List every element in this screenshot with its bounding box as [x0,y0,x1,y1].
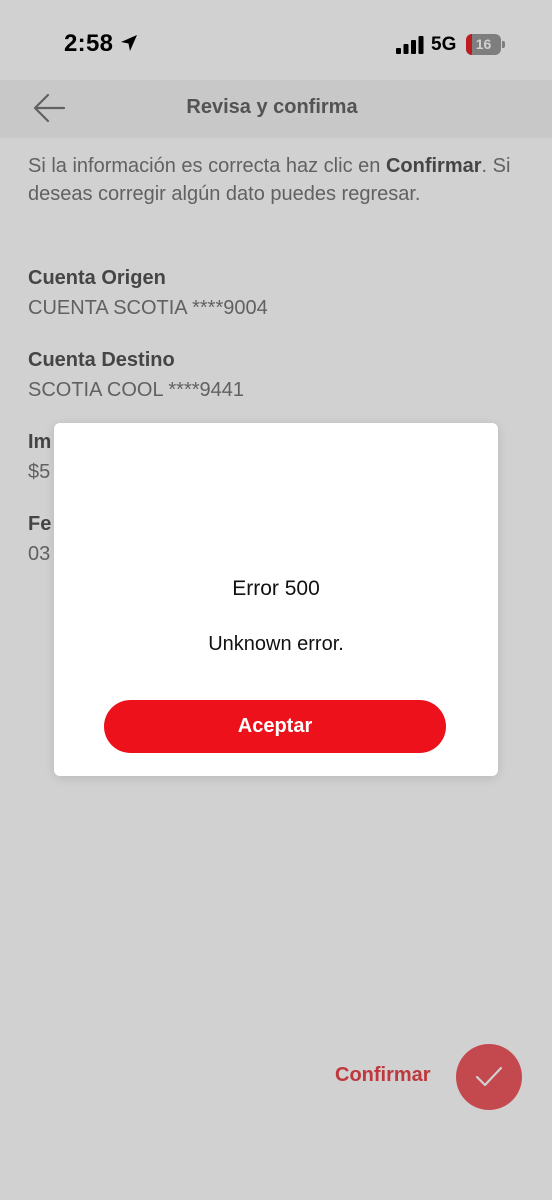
dialog-title: Error 500 [232,577,320,600]
dialog-message: Unknown error. [208,633,344,655]
accept-button[interactable]: Aceptar [104,700,446,753]
review-screen: 2:58 5G 16 Revisa y confirma Si la infor… [0,0,552,1200]
error-dialog: Error 500 Unknown error. Aceptar [54,423,498,776]
